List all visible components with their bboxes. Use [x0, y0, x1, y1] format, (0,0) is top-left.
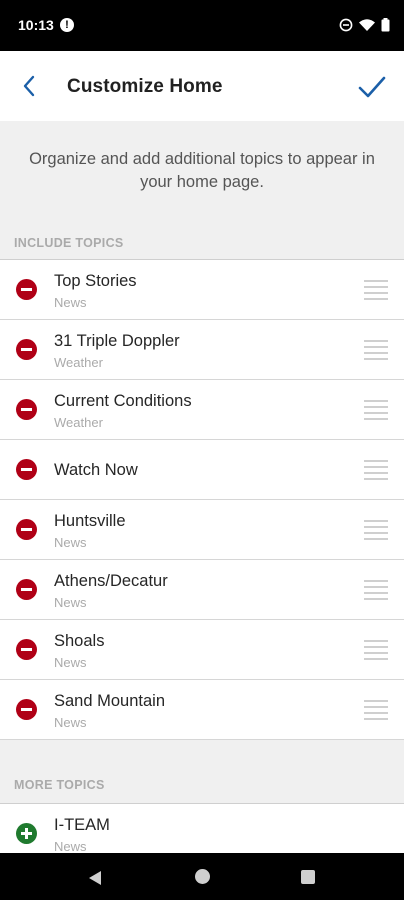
drag-handle-line	[364, 586, 388, 588]
include-topics-list: Top Stories News 31 Triple Doppler Weather C…	[0, 259, 404, 740]
drag-handle-line	[364, 712, 388, 714]
remove-icon[interactable]	[16, 699, 37, 720]
intro-text: Organize and add additional topics to ap…	[29, 150, 375, 191]
topic-row[interactable]: Top Stories News	[0, 260, 404, 320]
page-title: Customize Home	[67, 76, 223, 97]
drag-handle-line	[364, 700, 388, 702]
drag-handle-line	[364, 658, 388, 660]
drag-handle-icon[interactable]	[364, 460, 388, 480]
status-time: 10:13	[18, 17, 54, 33]
remove-icon[interactable]	[16, 279, 37, 300]
topic-row[interactable]: 31 Triple Doppler Weather	[0, 320, 404, 380]
drag-handle-line	[364, 346, 388, 348]
drag-handle-line	[364, 520, 388, 522]
nav-recents-icon[interactable]	[301, 870, 315, 884]
nav-back-icon[interactable]	[88, 870, 102, 886]
drag-handle-icon[interactable]	[364, 520, 388, 540]
drag-handle-line	[364, 286, 388, 288]
drag-handle-icon[interactable]	[364, 280, 388, 300]
topic-category: News	[54, 715, 87, 730]
topic-category: News	[54, 535, 87, 550]
alert-icon: !	[60, 18, 74, 32]
topic-title: Current Conditions	[54, 392, 192, 410]
topic-row[interactable]: Shoals News	[0, 620, 404, 680]
drag-handle-line	[364, 298, 388, 300]
drag-handle-line	[364, 718, 388, 720]
topic-title: Huntsville	[54, 512, 126, 530]
drag-handle-line	[364, 538, 388, 540]
app-bar: Customize Home	[0, 51, 404, 121]
topic-category: Weather	[54, 355, 103, 370]
topic-title: Shoals	[54, 632, 105, 650]
topic-category: News	[54, 655, 87, 670]
topic-title: I-TEAM	[54, 816, 110, 834]
topic-title: 31 Triple Doppler	[54, 332, 180, 350]
add-icon[interactable]	[16, 823, 37, 844]
more-topics-header: MORE TOPICS	[0, 771, 404, 801]
wifi-icon	[359, 19, 375, 31]
do-not-disturb-icon	[339, 18, 353, 32]
drag-handle-line	[364, 640, 388, 642]
more-topics-label: MORE TOPICS	[14, 778, 105, 792]
system-nav-bar	[0, 853, 404, 900]
drag-handle-line	[364, 532, 388, 534]
drag-handle-line	[364, 706, 388, 708]
remove-icon[interactable]	[16, 339, 37, 360]
topic-row[interactable]: Watch Now	[0, 440, 404, 500]
topic-title: Athens/Decatur	[54, 572, 168, 590]
drag-handle-line	[364, 526, 388, 528]
drag-handle-icon[interactable]	[364, 340, 388, 360]
status-icons	[339, 17, 390, 33]
drag-handle-line	[364, 466, 388, 468]
include-topics-label: INCLUDE TOPICS	[14, 236, 124, 250]
battery-icon	[381, 18, 390, 32]
drag-handle-line	[364, 340, 388, 342]
remove-icon[interactable]	[16, 399, 37, 420]
drag-handle-line	[364, 418, 388, 420]
topic-title: Top Stories	[54, 272, 137, 290]
status-bar: 10:13 !	[0, 0, 404, 51]
back-button[interactable]	[14, 71, 44, 101]
topic-row[interactable]: Athens/Decatur News	[0, 560, 404, 620]
drag-handle-icon[interactable]	[364, 400, 388, 420]
drag-handle-line	[364, 400, 388, 402]
topic-row[interactable]: Sand Mountain News	[0, 680, 404, 740]
remove-icon[interactable]	[16, 639, 37, 660]
drag-handle-line	[364, 280, 388, 282]
include-topics-header: INCLUDE TOPICS	[0, 229, 404, 259]
chevron-left-icon	[23, 75, 35, 97]
drag-handle-line	[364, 646, 388, 648]
drag-handle-line	[364, 412, 388, 414]
drag-handle-line	[364, 652, 388, 654]
remove-icon[interactable]	[16, 519, 37, 540]
topic-title: Watch Now	[54, 461, 138, 479]
drag-handle-line	[364, 598, 388, 600]
drag-handle-icon[interactable]	[364, 700, 388, 720]
checkmark-icon	[358, 76, 386, 98]
topic-category: News	[54, 595, 87, 610]
drag-handle-line	[364, 460, 388, 462]
drag-handle-line	[364, 352, 388, 354]
nav-home-icon[interactable]	[195, 869, 210, 884]
drag-handle-line	[364, 292, 388, 294]
remove-icon[interactable]	[16, 579, 37, 600]
drag-handle-icon[interactable]	[364, 640, 388, 660]
done-button[interactable]	[356, 71, 388, 103]
drag-handle-line	[364, 592, 388, 594]
drag-handle-icon[interactable]	[364, 580, 388, 600]
drag-handle-line	[364, 580, 388, 582]
intro-section: Organize and add additional topics to ap…	[0, 121, 404, 229]
topic-category: News	[54, 295, 87, 310]
drag-handle-line	[364, 472, 388, 474]
drag-handle-line	[364, 406, 388, 408]
drag-handle-line	[364, 358, 388, 360]
remove-icon[interactable]	[16, 459, 37, 480]
topic-row[interactable]: Current Conditions Weather	[0, 380, 404, 440]
topic-title: Sand Mountain	[54, 692, 165, 710]
topic-row[interactable]: Huntsville News	[0, 500, 404, 560]
topic-category: Weather	[54, 415, 103, 430]
topic-category: News	[54, 839, 87, 854]
drag-handle-line	[364, 478, 388, 480]
